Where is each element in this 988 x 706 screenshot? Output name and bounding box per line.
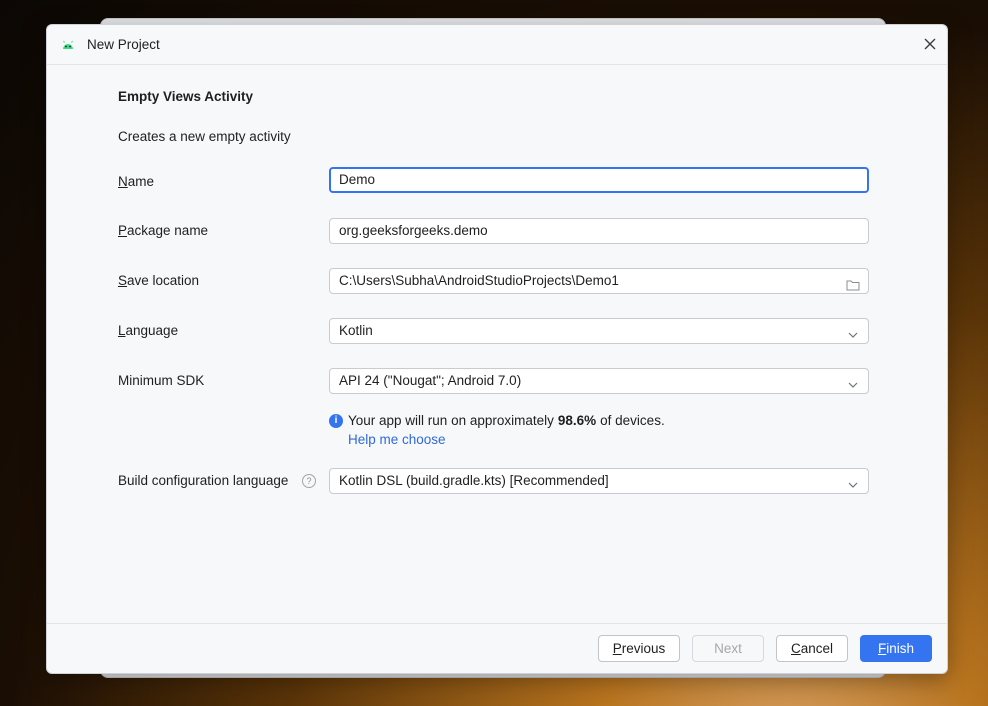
build-config-value: Kotlin DSL (build.gradle.kts) [Recommend… <box>339 473 609 488</box>
minimum-sdk-dropdown[interactable]: API 24 ("Nougat"; Android 7.0) <box>329 368 869 394</box>
finish-button[interactable]: Finish <box>860 635 932 662</box>
language-dropdown[interactable]: Kotlin <box>329 318 869 344</box>
save-location-value: C:\Users\Subha\AndroidStudioProjects\Dem… <box>339 273 619 288</box>
language-value: Kotlin <box>339 323 373 338</box>
build-config-label: Build configuration language <box>118 473 289 488</box>
minimum-sdk-value: API 24 ("Nougat"; Android 7.0) <box>339 373 522 388</box>
package-name-input[interactable]: org.geeksforgeeks.demo <box>329 218 869 244</box>
coverage-percent: 98.6% <box>557 413 597 428</box>
template-heading: Empty Views Activity <box>118 89 254 104</box>
save-location-input[interactable]: C:\Users\Subha\AndroidStudioProjects\Dem… <box>329 268 869 294</box>
new-project-dialog: New Project Empty Views Activity Creates… <box>46 24 948 674</box>
name-label: Name <box>118 174 155 189</box>
chevron-down-icon <box>846 375 860 388</box>
dialog-title: New Project <box>87 37 160 52</box>
chevron-down-icon <box>846 325 860 338</box>
title-bar: New Project <box>47 25 947 65</box>
sdk-coverage-info: i Your app will run on approximately 98.… <box>329 413 665 428</box>
close-icon <box>924 38 936 50</box>
info-icon: i <box>329 413 343 428</box>
package-name-label: Package name <box>118 223 209 238</box>
next-button[interactable]: Next <box>692 635 764 662</box>
build-config-dropdown[interactable]: Kotlin DSL (build.gradle.kts) [Recommend… <box>329 468 869 494</box>
close-button[interactable] <box>921 35 939 53</box>
template-description: Creates a new empty activity <box>118 129 291 144</box>
help-icon[interactable]: ? <box>302 474 316 488</box>
folder-icon[interactable] <box>846 275 860 291</box>
language-label: Language <box>118 323 179 338</box>
footer-divider <box>47 623 947 624</box>
cancel-button[interactable]: Cancel <box>776 635 848 662</box>
save-location-label: Save location <box>118 273 200 288</box>
name-input[interactable]: Demo <box>329 167 869 193</box>
previous-button[interactable]: Previous <box>598 635 680 662</box>
minimum-sdk-label: Minimum SDK <box>118 373 205 388</box>
chevron-down-icon <box>846 475 860 488</box>
help-me-choose-link[interactable]: Help me choose <box>348 432 446 447</box>
android-icon <box>61 38 75 50</box>
